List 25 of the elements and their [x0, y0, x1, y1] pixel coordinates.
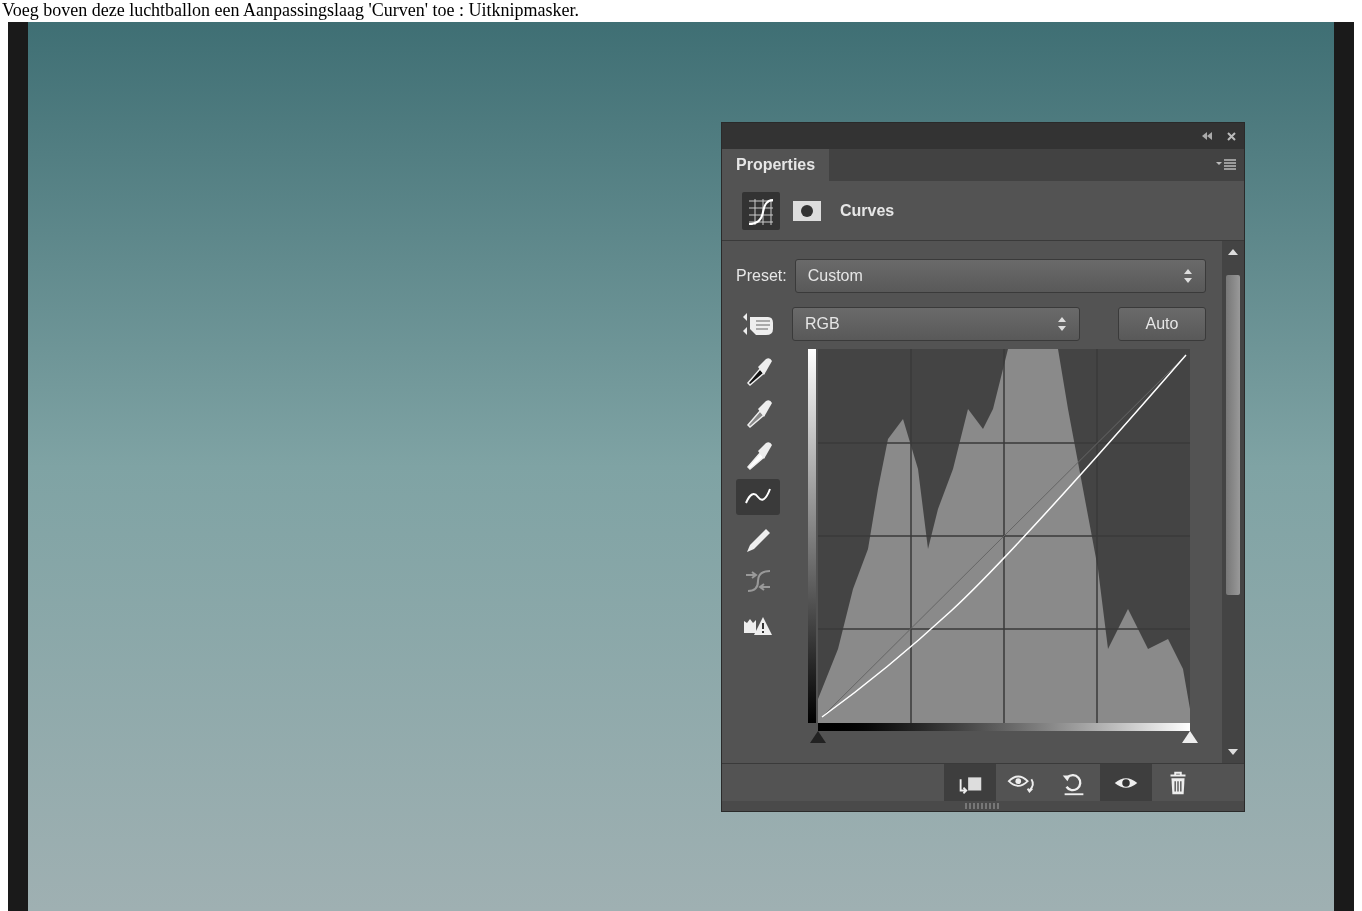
eye-icon[interactable]	[1100, 763, 1152, 802]
shadow-input-thumb[interactable]	[810, 731, 826, 743]
scroll-up-icon[interactable]	[1228, 249, 1238, 255]
scrollbar[interactable]	[1222, 241, 1244, 763]
auto-button[interactable]: Auto	[1118, 307, 1206, 341]
curves-mode-button[interactable]	[742, 191, 780, 230]
curve-tool-icon[interactable]	[736, 479, 780, 515]
preset-dropdown[interactable]: Custom	[794, 259, 1206, 293]
input-slider-track[interactable]	[810, 723, 1198, 743]
stepper-icon	[1183, 268, 1193, 284]
collapse-icon[interactable]	[1201, 132, 1213, 140]
highlight-input-thumb[interactable]	[1182, 731, 1198, 743]
clip-to-layer-icon[interactable]	[944, 763, 996, 802]
preset-label: Preset:	[736, 266, 787, 286]
close-icon[interactable]	[1227, 131, 1236, 141]
scroll-thumb[interactable]	[1226, 275, 1240, 595]
stepper-icon	[1057, 316, 1067, 332]
hand-adjust-icon[interactable]	[742, 311, 774, 337]
resize-grip[interactable]	[965, 803, 1001, 809]
panel-tab[interactable]: Properties	[722, 149, 830, 181]
channel-dropdown[interactable]: RGB	[792, 307, 1080, 341]
caption: Voeg boven deze luchtballon een Aanpassingslaag 'Curven' toe : Uitknipmasker.	[1, 0, 581, 22]
adjustment-title: Curves	[840, 200, 895, 221]
scroll-down-icon[interactable]	[1228, 749, 1238, 755]
panel-menu-icon[interactable]	[1216, 159, 1236, 171]
